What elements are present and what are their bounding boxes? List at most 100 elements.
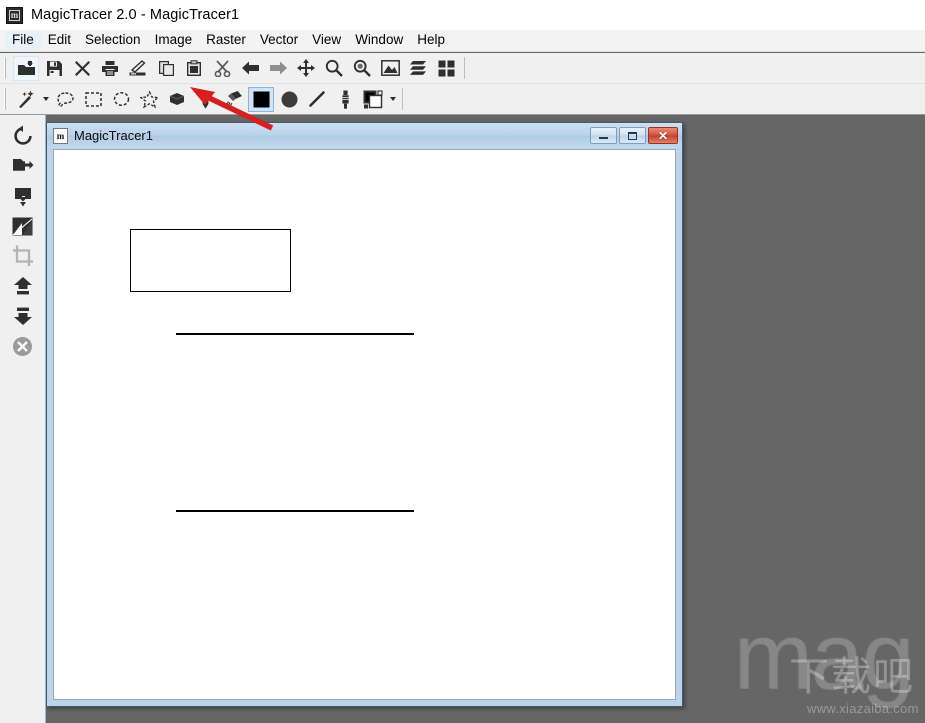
line-tool-icon — [308, 90, 326, 108]
application-window: m MagicTracer 2.0 - MagicTracer1 File Ed… — [0, 0, 925, 723]
left-toolbar — [0, 115, 46, 723]
filled-circle-icon — [281, 91, 298, 108]
delete-button[interactable] — [8, 331, 38, 361]
undo-button[interactable] — [237, 56, 263, 81]
zoom-out-button[interactable] — [321, 56, 347, 81]
rectangle-shape-button[interactable] — [248, 87, 274, 112]
import-button[interactable] — [8, 181, 38, 211]
bring-forward-button[interactable] — [8, 271, 38, 301]
drawn-line-lower — [176, 510, 414, 512]
color-swatch-dropdown[interactable] — [387, 87, 398, 112]
maximize-button[interactable] — [619, 127, 646, 144]
menu-item-window[interactable]: Window — [348, 31, 410, 50]
menu-bar: File Edit Selection Image Raster Vector … — [0, 30, 925, 52]
rectangle-select-button[interactable] — [80, 87, 106, 112]
pan-move-icon — [297, 59, 315, 77]
eyedropper-icon — [341, 90, 350, 109]
ellipse-select-button[interactable] — [108, 87, 134, 112]
menu-item-selection[interactable]: Selection — [78, 31, 148, 50]
crop-button[interactable] — [8, 241, 38, 271]
toolbar-separator — [464, 57, 465, 79]
polygon-select-button[interactable] — [136, 87, 162, 112]
close-file-icon — [74, 60, 91, 77]
paste-icon — [186, 60, 202, 77]
filled-square-icon — [253, 91, 270, 108]
toolbar-grip[interactable] — [3, 57, 10, 79]
mdi-client-area: m MagicTracer1 ✕ — [46, 115, 925, 723]
pencil-icon — [201, 90, 210, 109]
menu-item-image[interactable]: Image — [148, 31, 200, 50]
menu-item-help[interactable]: Help — [410, 31, 452, 50]
grid-button[interactable] — [433, 56, 459, 81]
color-swatch-button[interactable] — [360, 87, 386, 112]
document-icon: m — [53, 128, 68, 144]
paint-bucket-button[interactable] — [164, 87, 190, 112]
drawn-rectangle — [130, 229, 291, 292]
eyedropper-button[interactable] — [332, 87, 358, 112]
transform-button[interactable] — [8, 211, 38, 241]
cut-scissors-icon — [214, 60, 231, 77]
tools-toolbar-separator — [402, 88, 403, 110]
eraser-button[interactable] — [220, 87, 246, 112]
save-file-icon — [46, 60, 63, 77]
menu-item-view[interactable]: View — [305, 31, 348, 50]
magic-wand-button[interactable] — [13, 87, 39, 112]
rotate-icon — [12, 125, 34, 147]
document-client-area — [53, 149, 676, 700]
eraser-icon — [224, 90, 243, 108]
app-icon: m — [6, 7, 23, 24]
ellipse-shape-button[interactable] — [276, 87, 302, 112]
rotate-button[interactable] — [8, 121, 38, 151]
undo-arrow-icon — [241, 60, 260, 76]
document-window-title-bar[interactable]: m MagicTracer1 ✕ — [47, 123, 682, 148]
grid-icon — [438, 60, 455, 77]
redo-button[interactable] — [265, 56, 291, 81]
close-button[interactable]: ✕ — [648, 127, 678, 144]
main-toolbar — [0, 53, 925, 84]
copy-button[interactable] — [153, 56, 179, 81]
magic-wand-dropdown[interactable] — [40, 87, 51, 112]
drawn-line-upper — [176, 333, 414, 335]
scanner-button[interactable] — [125, 56, 151, 81]
lasso-select-button[interactable] — [52, 87, 78, 112]
tools-toolbar-grip[interactable] — [3, 88, 10, 110]
redo-arrow-icon — [269, 60, 288, 76]
menu-item-raster[interactable]: Raster — [199, 31, 253, 50]
copy-icon — [158, 60, 175, 77]
zoom-in-button[interactable] — [349, 56, 375, 81]
print-button[interactable] — [97, 56, 123, 81]
document-title: MagicTracer1 — [74, 128, 590, 143]
layers-button[interactable] — [405, 56, 431, 81]
maximize-icon — [628, 132, 637, 140]
polygon-star-select-icon — [140, 91, 159, 108]
app-icon-letter: m — [9, 10, 20, 21]
minimize-button[interactable] — [590, 127, 617, 144]
drawing-canvas[interactable] — [54, 150, 675, 699]
minimize-icon — [599, 137, 608, 139]
lasso-select-icon — [56, 91, 75, 108]
close-icon: ✕ — [658, 130, 668, 142]
send-backward-button[interactable] — [8, 301, 38, 331]
menu-item-file[interactable]: File — [5, 31, 41, 50]
menu-item-edit[interactable]: Edit — [41, 31, 78, 50]
open-file-icon — [17, 60, 36, 77]
pan-button[interactable] — [293, 56, 319, 81]
export-icon — [12, 156, 34, 176]
window-controls: ✕ — [590, 127, 678, 144]
cut-button[interactable] — [209, 56, 235, 81]
crop-icon — [12, 245, 34, 267]
ellipse-select-icon — [113, 91, 130, 107]
image-view-button[interactable] — [377, 56, 403, 81]
export-button[interactable] — [8, 151, 38, 181]
save-file-button[interactable] — [41, 56, 67, 81]
open-file-button[interactable] — [13, 56, 39, 81]
zoom-out-icon — [325, 59, 343, 77]
scanner-icon — [128, 60, 148, 77]
close-file-button[interactable] — [69, 56, 95, 81]
menu-item-vector[interactable]: Vector — [253, 31, 305, 50]
paint-bucket-icon — [168, 91, 187, 108]
paste-button[interactable] — [181, 56, 207, 81]
import-icon — [12, 186, 34, 207]
line-tool-button[interactable] — [304, 87, 330, 112]
pencil-button[interactable] — [192, 87, 218, 112]
